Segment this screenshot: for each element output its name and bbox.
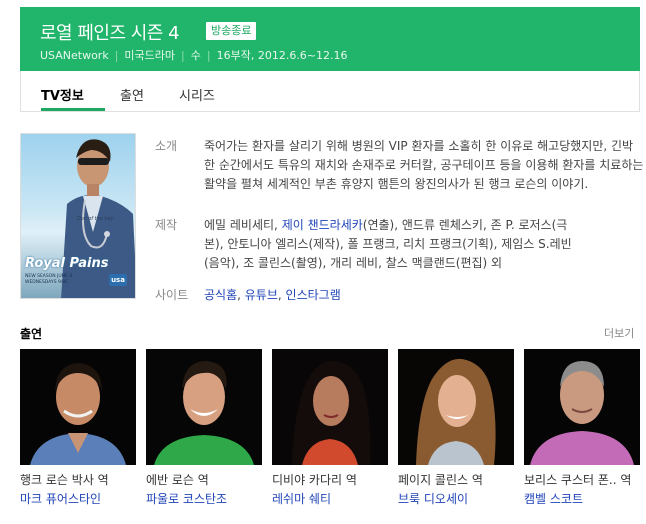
cast-actor-link[interactable]: 마크 퓨어스타인 (20, 490, 136, 507)
synopsis-text: 죽어가는 환자를 살리기 위해 병원의 VIP 환자를 소홀히 한 이유로 해고… (204, 139, 644, 191)
cast-section-title: 출연 (20, 327, 43, 341)
cast-photo[interactable] (20, 349, 136, 465)
cast-more-link[interactable]: 더보기 (604, 325, 634, 341)
cast-card[interactable]: 행크 로슨 박사 역 마크 퓨어스타인 (20, 349, 136, 507)
director-link[interactable]: 제이 챈드라세카 (282, 218, 363, 232)
production-line: (음악), 조 콜린스(촬영), 개리 레비, 찰스 맥클랜드(편집) 외 (204, 256, 503, 270)
site-label: 사이트 (155, 288, 189, 302)
tab-tv-info[interactable]: TV정보 (41, 85, 84, 104)
tab-series[interactable]: 시리즈 (179, 85, 215, 104)
production-credit: (연출), 앤드류 렌체스키, 존 P. 로저스(극 (362, 218, 568, 232)
poster-image[interactable]: Doc of the bay Royal Pains NEW SEASON JU… (20, 133, 136, 299)
cast-photo[interactable] (524, 349, 640, 465)
status-badge: 방송종료 (206, 22, 257, 40)
cast-card[interactable]: 디비야 카다리 역 레쉬마 쉐티 (272, 349, 388, 507)
meta-divider: | (181, 49, 185, 62)
tab-cast[interactable]: 출연 (120, 85, 144, 104)
production-credit: 에밀 레비세티, (204, 218, 282, 232)
cast-card[interactable]: 보리스 쿠스터 폰.. 역 캠벨 스코트 (524, 349, 640, 507)
production-line: 본), 안토니아 엘리스(제작), 폴 프랭크, 리치 프랭크(기획), 제임스… (204, 237, 572, 251)
official-site-link[interactable]: 공식홈 (204, 288, 237, 302)
meta-genre: 미국드라마 (124, 49, 176, 62)
meta-divider: | (114, 49, 119, 62)
cast-card[interactable]: 에반 로슨 역 파울로 코스탄조 (146, 349, 262, 507)
active-tab-indicator (41, 108, 105, 111)
site-separator: , (277, 288, 286, 302)
site-links: 공식홈, 유튜브, 인스타그램 (204, 286, 644, 305)
cast-role: 보리스 쿠스터 폰.. 역 (524, 473, 632, 487)
production-label: 제작 (155, 218, 178, 232)
cast-photo[interactable] (146, 349, 262, 465)
program-title[interactable]: 로열 페인즈 시즌 4 (40, 19, 180, 45)
instagram-link[interactable]: 인스타그램 (286, 288, 341, 302)
poster-tagline: Doc of the bay (77, 216, 114, 222)
program-header: 로열 페인즈 시즌 4 방송종료 USANetwork | 미국드라마 | 수 | 16부작… (20, 7, 640, 71)
tab-bar: TV정보 출연 시리즈 (20, 71, 640, 112)
cast-actor-link[interactable]: 캠벨 스코트 (524, 490, 640, 507)
cast-role: 에반 로슨 역 (146, 473, 209, 487)
cast-card[interactable]: 페이지 콜린스 역 브룩 디오세이 (398, 349, 514, 507)
cast-portrait (398, 349, 514, 465)
cast-role: 행크 로슨 박사 역 (20, 473, 109, 487)
cast-portrait (272, 349, 388, 465)
cast-portrait (524, 349, 640, 465)
synopsis-label: 소개 (155, 139, 178, 153)
production-text: 에밀 레비세티, 제이 챈드라세카(연출), 앤드류 렌체스키, 존 P. 로저… (204, 216, 646, 273)
cast-role: 페이지 콜린스 역 (398, 473, 483, 487)
cast-photo[interactable] (272, 349, 388, 465)
cast-portrait (146, 349, 262, 465)
network-logo: usa (109, 274, 127, 286)
cast-actor-link[interactable]: 파울로 코스탄조 (146, 490, 262, 507)
program-meta: USANetwork | 미국드라마 | 수 | 16부작, 2012.6.6~12.16 (40, 47, 348, 63)
meta-episodes: 16부작, 2012.6.6~12.16 (216, 49, 348, 62)
poster-airdate: NEW SEASON JUNE 6 WEDNESDAYS 9/8C (25, 274, 73, 285)
site-separator: , (237, 288, 245, 302)
cast-role: 디비야 카다리 역 (272, 473, 357, 487)
cast-photo[interactable] (398, 349, 514, 465)
meta-network[interactable]: USANetwork (40, 49, 109, 62)
poster-logo: Royal Pains (25, 256, 109, 271)
cast-actor-link[interactable]: 브룩 디오세이 (398, 490, 514, 507)
cast-actor-link[interactable]: 레쉬마 쉐티 (272, 490, 388, 507)
youtube-link[interactable]: 유튜브 (245, 288, 278, 302)
meta-day: 수 (190, 49, 201, 62)
cast-portrait (20, 349, 136, 465)
meta-divider: | (206, 49, 211, 62)
production-line: 에밀 레비세티, 제이 챈드라세카(연출), 앤드류 렌체스키, 존 P. 로저… (204, 216, 646, 235)
